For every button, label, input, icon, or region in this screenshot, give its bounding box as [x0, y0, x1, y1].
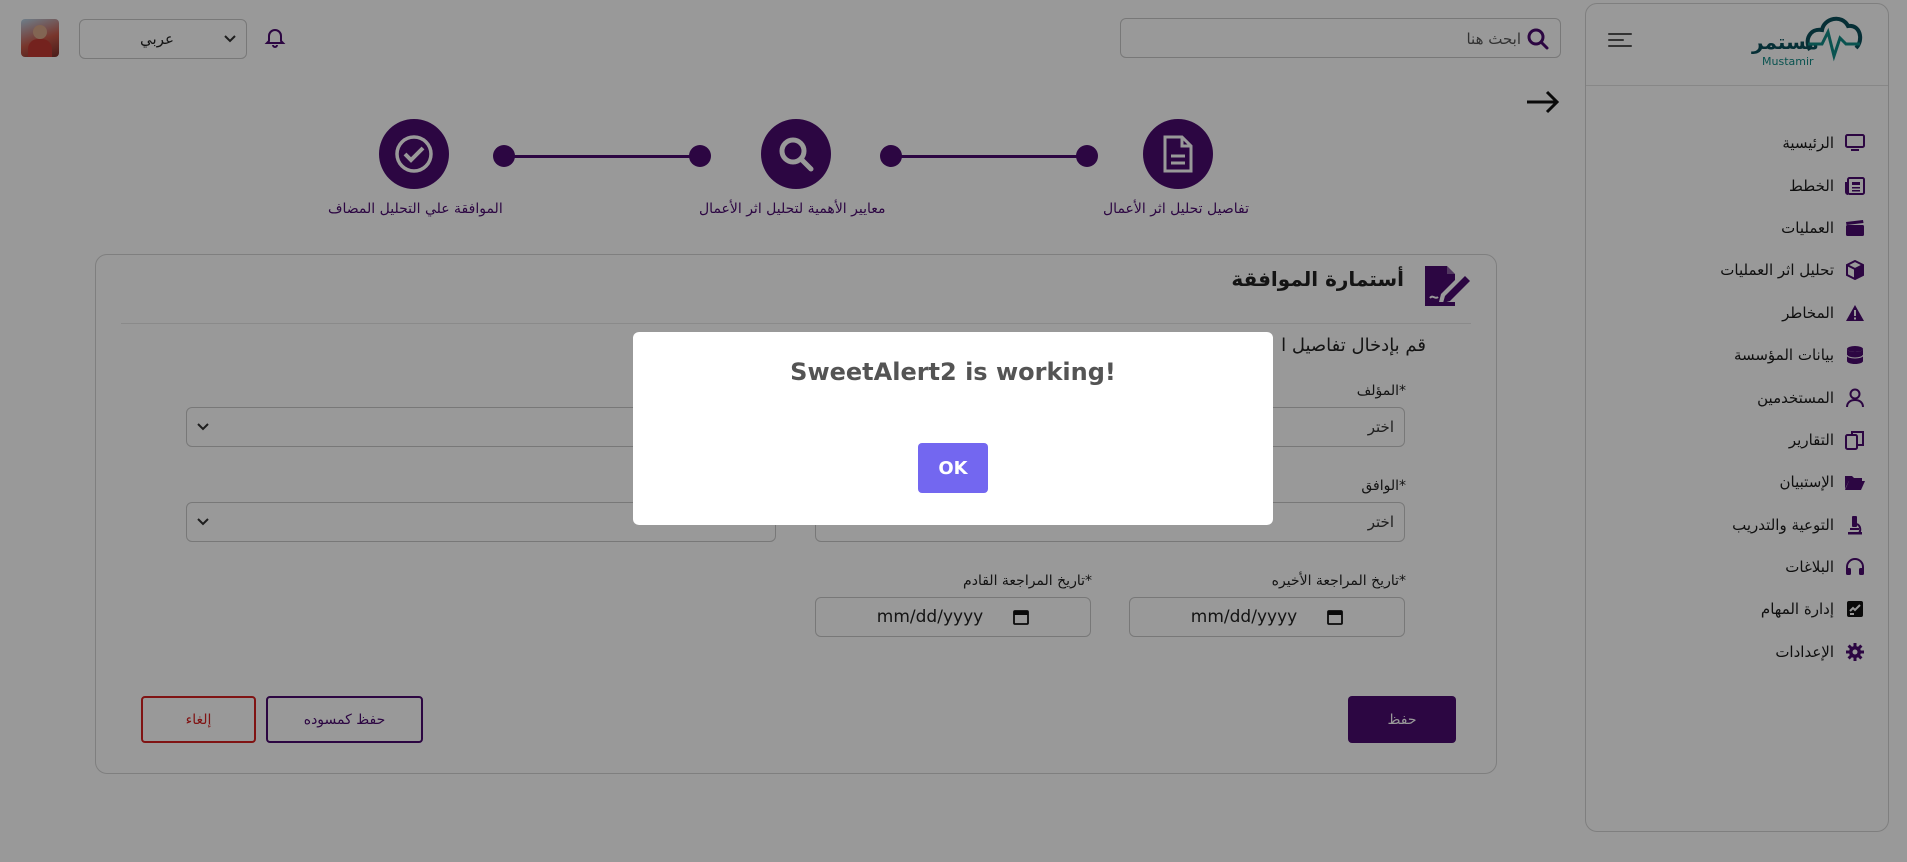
alert-title: SweetAlert2 is working! — [790, 358, 1116, 386]
alert-dialog: SweetAlert2 is working! OK — [633, 332, 1273, 525]
ok-button[interactable]: OK — [918, 443, 988, 493]
